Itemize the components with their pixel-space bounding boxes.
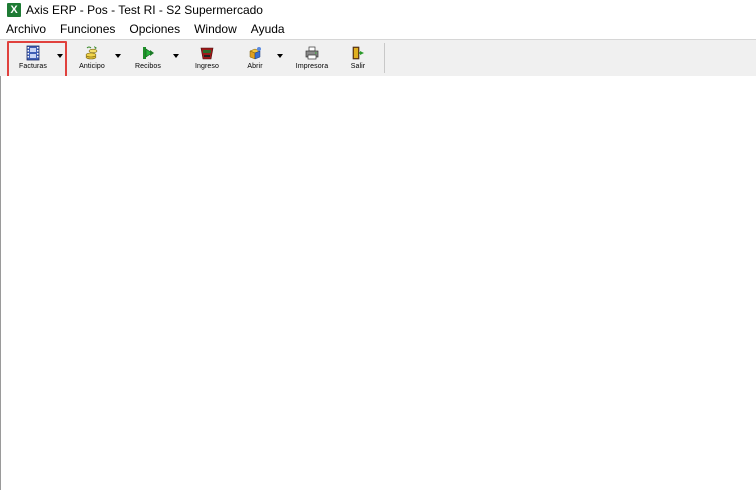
- salir-button[interactable]: Salir: [338, 42, 378, 74]
- facturas-highlight-box: [7, 41, 67, 80]
- ingreso-label: Ingreso: [194, 63, 220, 70]
- menu-opciones[interactable]: Opciones: [122, 20, 187, 39]
- toolbar-separator: [384, 43, 385, 73]
- toolbar: Facturas Anticipo Recibos Ingreso Abrir …: [0, 39, 756, 77]
- menu-ayuda[interactable]: Ayuda: [244, 20, 292, 39]
- abrir-button[interactable]: Abrir: [235, 42, 275, 74]
- excel-x-icon: X: [7, 3, 21, 17]
- window-title: Axis ERP - Pos - Test RI - S2 Supermerca…: [26, 3, 263, 17]
- title-bar: X Axis ERP - Pos - Test RI - S2 Supermer…: [0, 0, 756, 20]
- impresora-button[interactable]: Impresora: [290, 42, 334, 74]
- green-arrow-icon: [143, 47, 154, 59]
- anticipo-label: Anticipo: [79, 63, 105, 70]
- chevron-down-icon: [173, 54, 179, 58]
- mdi-workspace: [0, 76, 756, 490]
- exit-door-icon: [352, 46, 364, 60]
- menu-bar: Archivo Funciones Opciones Window Ayuda: [0, 20, 756, 39]
- menu-window[interactable]: Window: [187, 20, 244, 39]
- anticipo-dropdown[interactable]: [114, 52, 122, 60]
- abrir-dropdown[interactable]: [276, 52, 284, 60]
- cash-register-icon: [200, 47, 214, 60]
- menu-archivo[interactable]: Archivo: [0, 20, 53, 39]
- chevron-down-icon: [115, 54, 121, 58]
- ingreso-button[interactable]: Ingreso: [187, 42, 227, 74]
- recibos-button[interactable]: Recibos: [128, 42, 168, 74]
- printer-icon: [305, 46, 319, 60]
- recibos-dropdown[interactable]: [172, 52, 180, 60]
- abrir-label: Abrir: [247, 63, 263, 70]
- chevron-down-icon: [277, 54, 283, 58]
- salir-label: Salir: [350, 63, 366, 70]
- open-box-icon: [249, 47, 261, 60]
- impresora-label: Impresora: [295, 63, 329, 70]
- coins-icon: [85, 46, 98, 60]
- menu-funciones[interactable]: Funciones: [53, 20, 122, 39]
- recibos-label: Recibos: [135, 63, 161, 70]
- anticipo-button[interactable]: Anticipo: [72, 42, 112, 74]
